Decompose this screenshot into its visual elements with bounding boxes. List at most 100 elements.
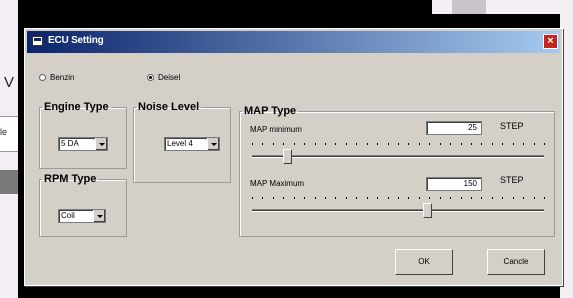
- map-maximum-label: MAP Maximum: [250, 179, 305, 188]
- chevron-down-icon[interactable]: [93, 210, 105, 222]
- slider-tick: [408, 197, 410, 199]
- radio-deisel-label: Deisel: [158, 73, 181, 82]
- slider-tick: [335, 143, 337, 145]
- background-text-char: V: [4, 74, 15, 91]
- background-field-text: le: [0, 127, 8, 137]
- slider-tick: [512, 143, 514, 145]
- slider-tick: [481, 143, 483, 145]
- radio-benzin[interactable]: Benzin: [39, 73, 74, 82]
- cancel-button[interactable]: Cancle: [487, 249, 545, 275]
- slider-thumb[interactable]: [423, 203, 433, 218]
- slider-tick: [387, 197, 389, 199]
- map-minimum-label: MAP minimum: [250, 125, 302, 134]
- background-gray-block: [0, 170, 18, 194]
- title-bar[interactable]: ECU Setting ×: [27, 31, 560, 53]
- slider-tick: [471, 143, 472, 145]
- slider-tick: [335, 197, 337, 199]
- radio-benzin-label: Benzin: [50, 73, 75, 82]
- slider-thumb[interactable]: [283, 149, 293, 164]
- rpm-type-select[interactable]: Coil: [58, 209, 106, 223]
- engine-type-legend: Engine Type: [44, 101, 109, 113]
- slider-tick: [481, 197, 483, 199]
- close-button[interactable]: ×: [543, 34, 558, 49]
- slider-tick: [356, 143, 358, 145]
- slider-tick: [491, 143, 493, 145]
- slider-tick: [304, 143, 306, 145]
- slider-tick: [439, 143, 441, 145]
- ok-button[interactable]: OK: [395, 249, 453, 275]
- slider-tick: [460, 143, 462, 145]
- map-type-legend: MAP Type: [244, 105, 297, 117]
- noise-level-legend: Noise Level: [138, 101, 200, 113]
- engine-type-select[interactable]: 5 DA: [58, 137, 108, 151]
- slider-tick: [366, 143, 368, 145]
- slider-tick: [314, 143, 316, 145]
- map-minimum-input[interactable]: 25: [426, 121, 482, 135]
- slider-tick: [439, 197, 441, 199]
- engine-type-value: 5 DA: [61, 139, 79, 148]
- slider-tick: [272, 143, 274, 145]
- background-window-top-right: [432, 0, 573, 14]
- noise-level-value: Level 4: [167, 139, 193, 148]
- slider-tick: [262, 143, 264, 145]
- slider-tick: [418, 197, 420, 199]
- slider-tick: [523, 197, 525, 199]
- slider-ticks: [252, 143, 545, 146]
- slider-tick: [314, 197, 316, 199]
- slider-tick: [471, 197, 472, 199]
- slider-tick: [304, 197, 306, 199]
- slider-tick: [418, 143, 420, 145]
- slider-tick: [325, 197, 326, 199]
- map-minimum-unit: STEP: [500, 121, 524, 131]
- slider-tick: [450, 197, 452, 199]
- rpm-type-legend: RPM Type: [44, 173, 97, 185]
- map-maximum-unit: STEP: [500, 175, 524, 185]
- noise-level-group: Noise Level Level 4: [133, 101, 231, 183]
- noise-level-select[interactable]: Level 4: [164, 137, 220, 151]
- slider-tick: [512, 197, 514, 199]
- slider-tick: [460, 197, 462, 199]
- map-maximum-input[interactable]: 150: [426, 177, 482, 191]
- slider-tick: [345, 197, 347, 199]
- slider-tick: [502, 143, 504, 145]
- chevron-down-icon[interactable]: [207, 138, 219, 150]
- slider-ticks: [252, 197, 545, 200]
- slider-tick: [491, 197, 493, 199]
- slider-tick: [262, 197, 264, 199]
- slider-tick: [398, 143, 399, 145]
- slider-tick: [429, 143, 431, 145]
- slider-tick: [502, 197, 504, 199]
- slider-tick: [523, 143, 525, 145]
- slider-tick: [429, 197, 431, 199]
- map-minimum-slider[interactable]: [252, 143, 545, 165]
- background-window-left: V le: [0, 0, 18, 298]
- background-box: [452, 0, 486, 14]
- rpm-type-value: Coil: [61, 211, 75, 220]
- window-icon: [32, 36, 43, 46]
- slider-tick: [450, 143, 452, 145]
- slider-tick: [387, 143, 389, 145]
- slider-tick: [533, 143, 535, 145]
- map-maximum-slider[interactable]: [252, 197, 545, 219]
- slider-tick: [293, 143, 295, 145]
- map-type-group: MAP Type MAP minimum 25 STEP MAP Maximum…: [239, 105, 555, 237]
- ecu-setting-dialog: ECU Setting × Benzin Deisel Engine Type …: [24, 28, 563, 286]
- slider-tick: [366, 197, 368, 199]
- slider-tick: [272, 197, 274, 199]
- window-title: ECU Setting: [48, 35, 104, 46]
- slider-tick: [283, 143, 285, 145]
- slider-tick: [408, 143, 410, 145]
- radio-deisel[interactable]: Deisel: [147, 73, 180, 82]
- slider-tick: [252, 197, 253, 199]
- slider-tick: [544, 143, 545, 145]
- slider-tick: [398, 197, 399, 199]
- slider-track: [252, 209, 544, 212]
- radio-deisel-indicator: [147, 74, 154, 81]
- slider-tick: [356, 197, 358, 199]
- slider-tick: [377, 197, 379, 199]
- rpm-type-group: RPM Type Coil: [39, 173, 127, 237]
- slider-tick: [377, 143, 379, 145]
- slider-track: [252, 155, 544, 158]
- slider-tick: [252, 143, 253, 145]
- chevron-down-icon[interactable]: [95, 138, 107, 150]
